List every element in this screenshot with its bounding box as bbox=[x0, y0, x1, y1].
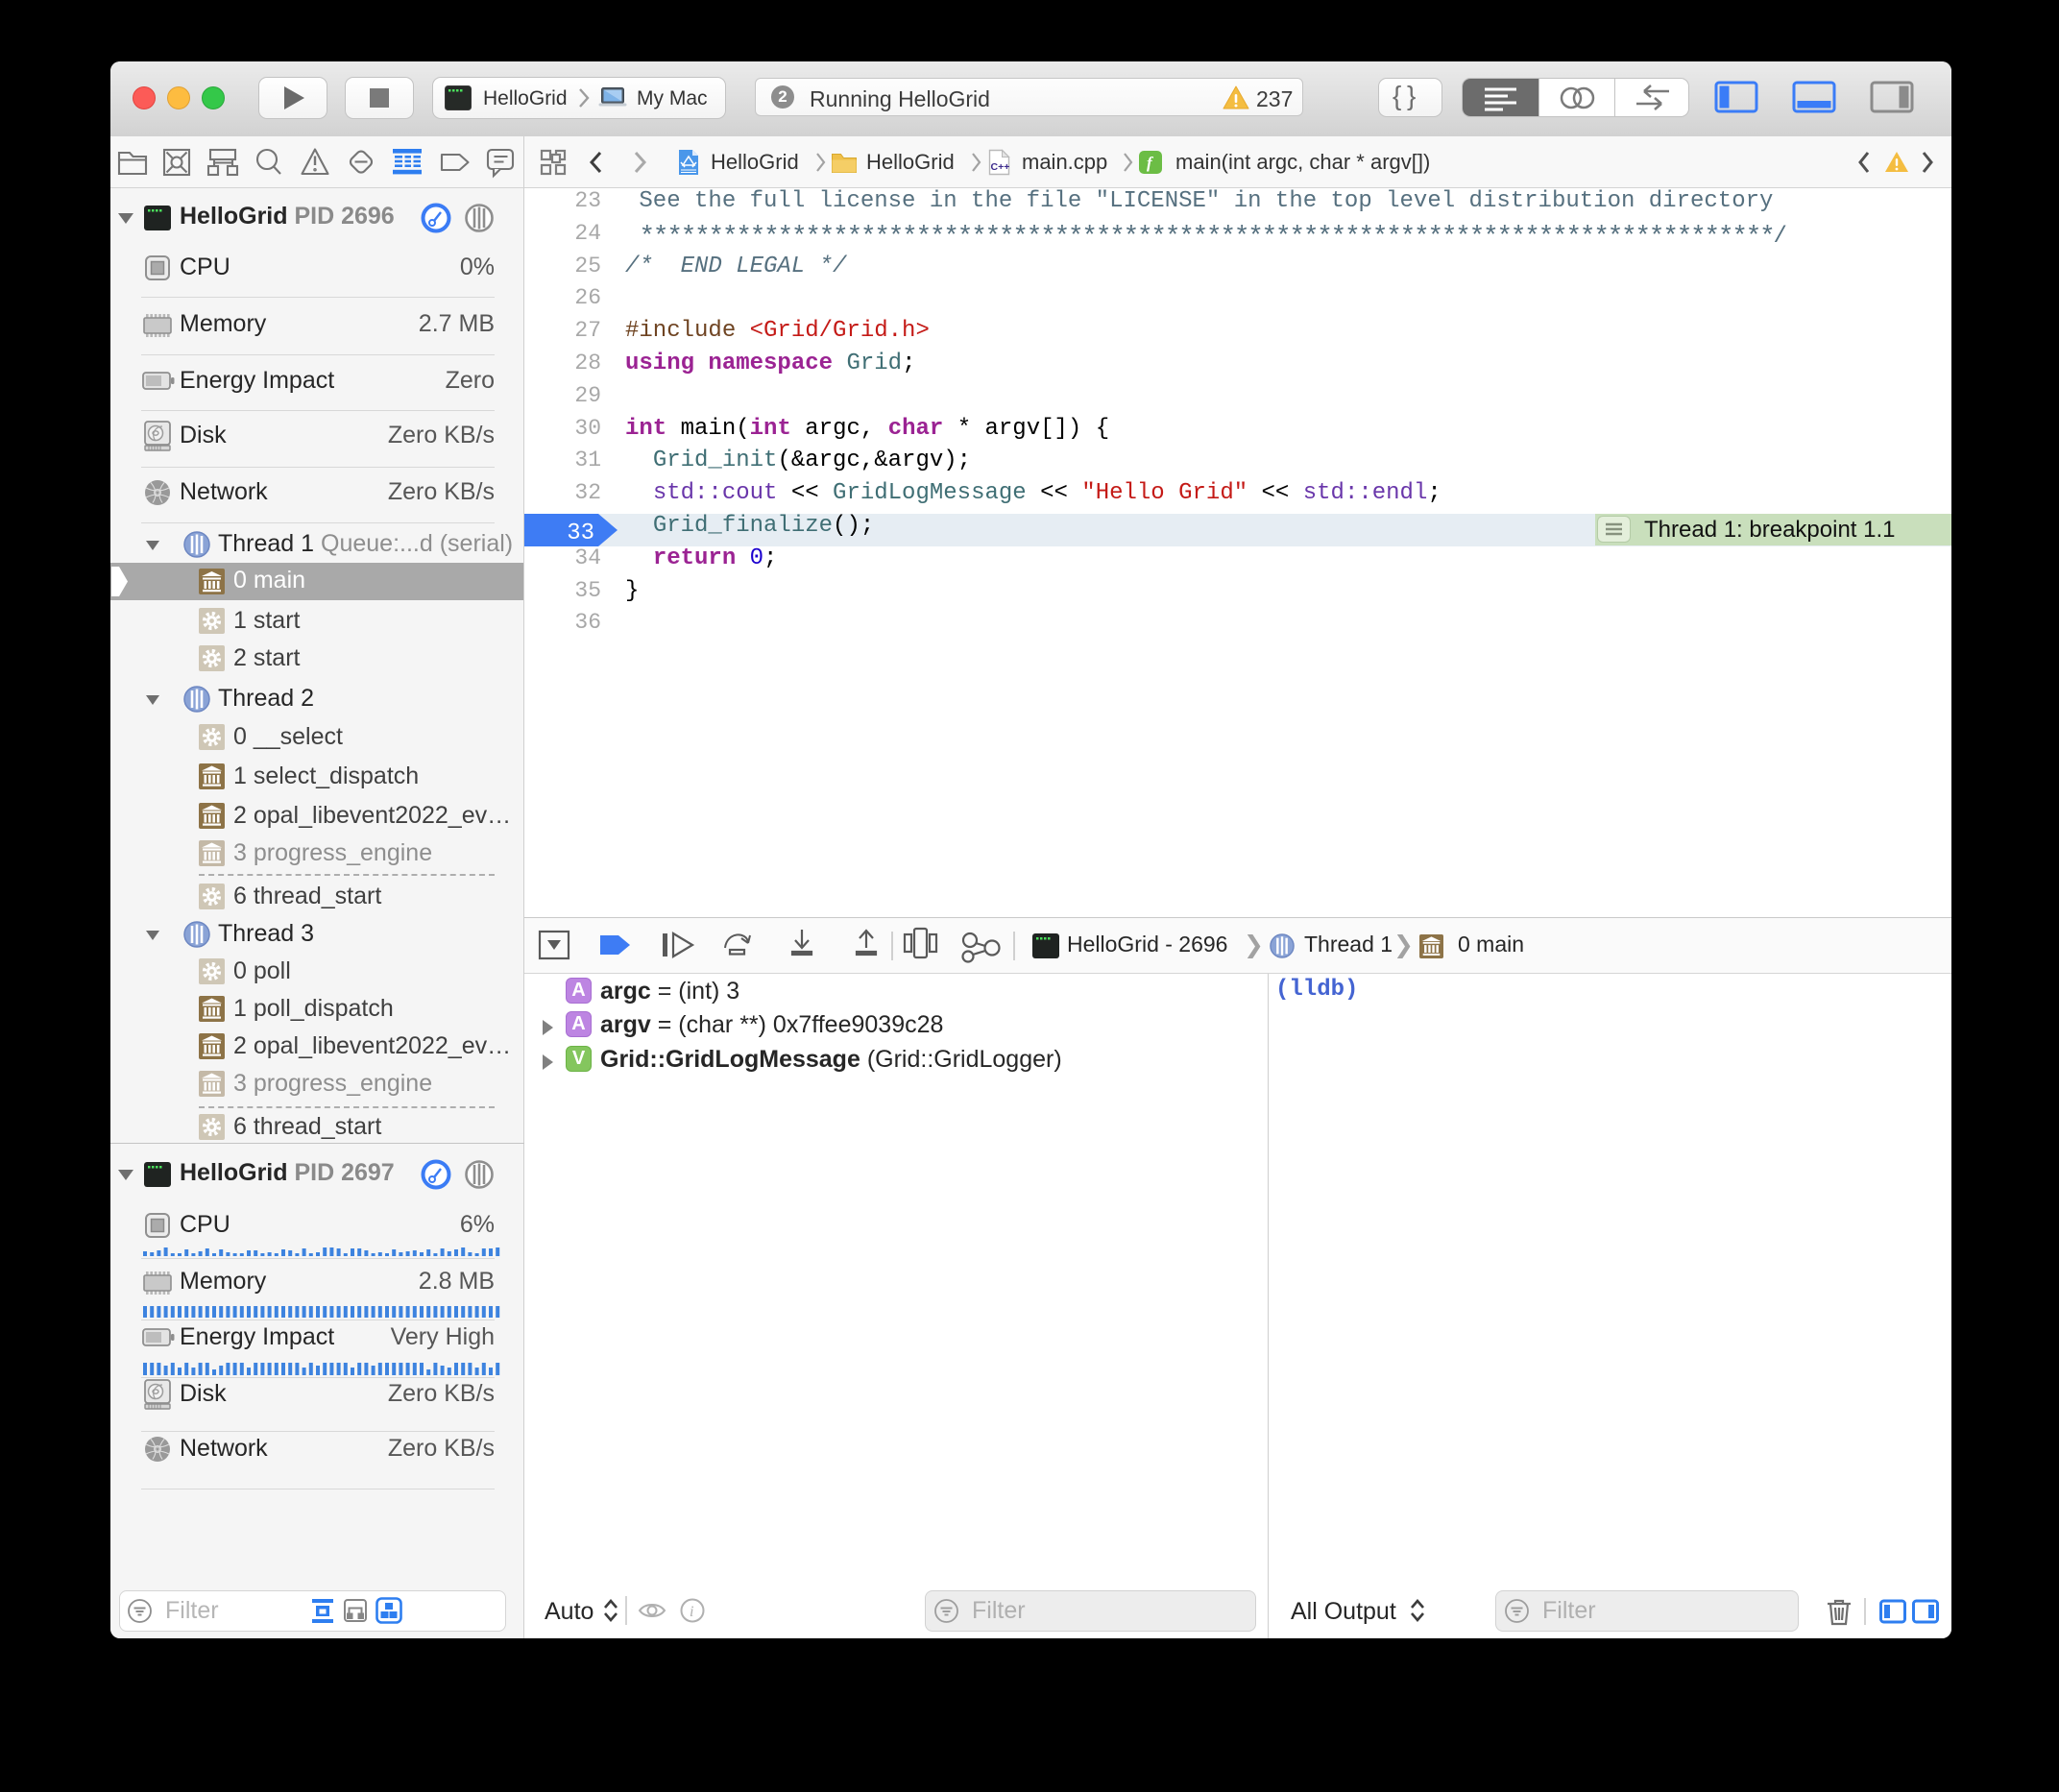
svg-text:i: i bbox=[690, 1604, 693, 1620]
svg-text:C++: C++ bbox=[991, 161, 1010, 173]
